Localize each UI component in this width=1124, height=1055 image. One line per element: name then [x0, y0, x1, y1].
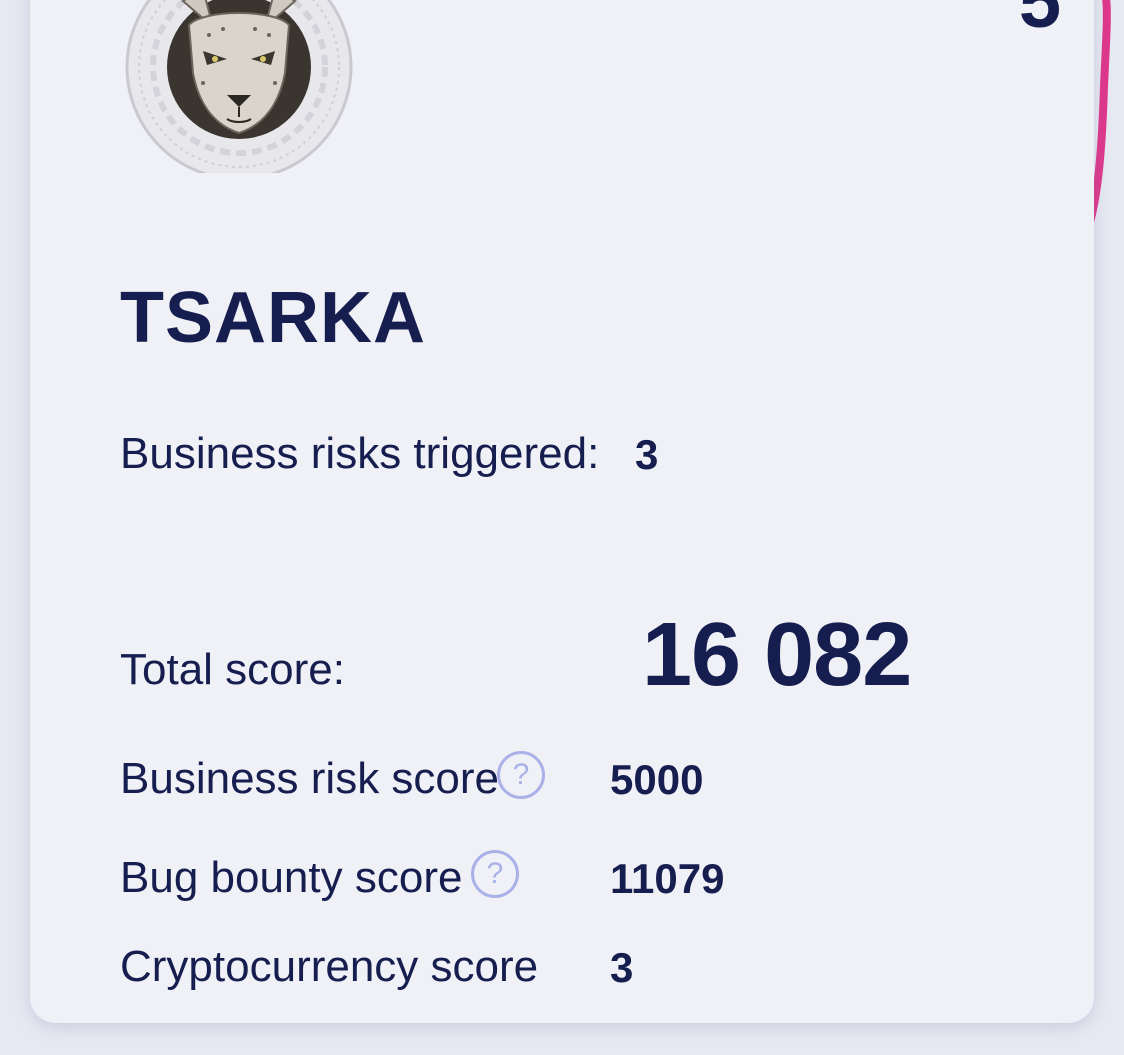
- team-rank: 5: [1018, 0, 1062, 44]
- bug-bounty-score-value: 11079: [610, 855, 725, 902]
- cryptocurrency-score-value: 3: [610, 944, 634, 991]
- business-risk-score-label: Business risk score: [120, 754, 500, 803]
- business-risk-score-value: 5000: [610, 756, 704, 803]
- business-risk-score-help-icon[interactable]: ?: [497, 751, 545, 799]
- total-score-value: 16 082: [642, 605, 912, 705]
- total-score-label: Total score:: [120, 645, 345, 694]
- team-name: TSARKA: [120, 278, 426, 358]
- team-card: 5 TSARKA Business risks triggered: 3 Tot…: [30, 0, 1094, 1023]
- business-risks-triggered-value: 3: [635, 431, 659, 478]
- bug-bounty-score-help-icon[interactable]: ?: [471, 850, 519, 898]
- bug-bounty-score-label: Bug bounty score: [120, 853, 463, 902]
- cryptocurrency-score-label: Cryptocurrency score: [120, 942, 539, 991]
- snow-leopard-logo-icon: [125, 0, 353, 173]
- business-risks-triggered-label: Business risks triggered:: [120, 429, 600, 478]
